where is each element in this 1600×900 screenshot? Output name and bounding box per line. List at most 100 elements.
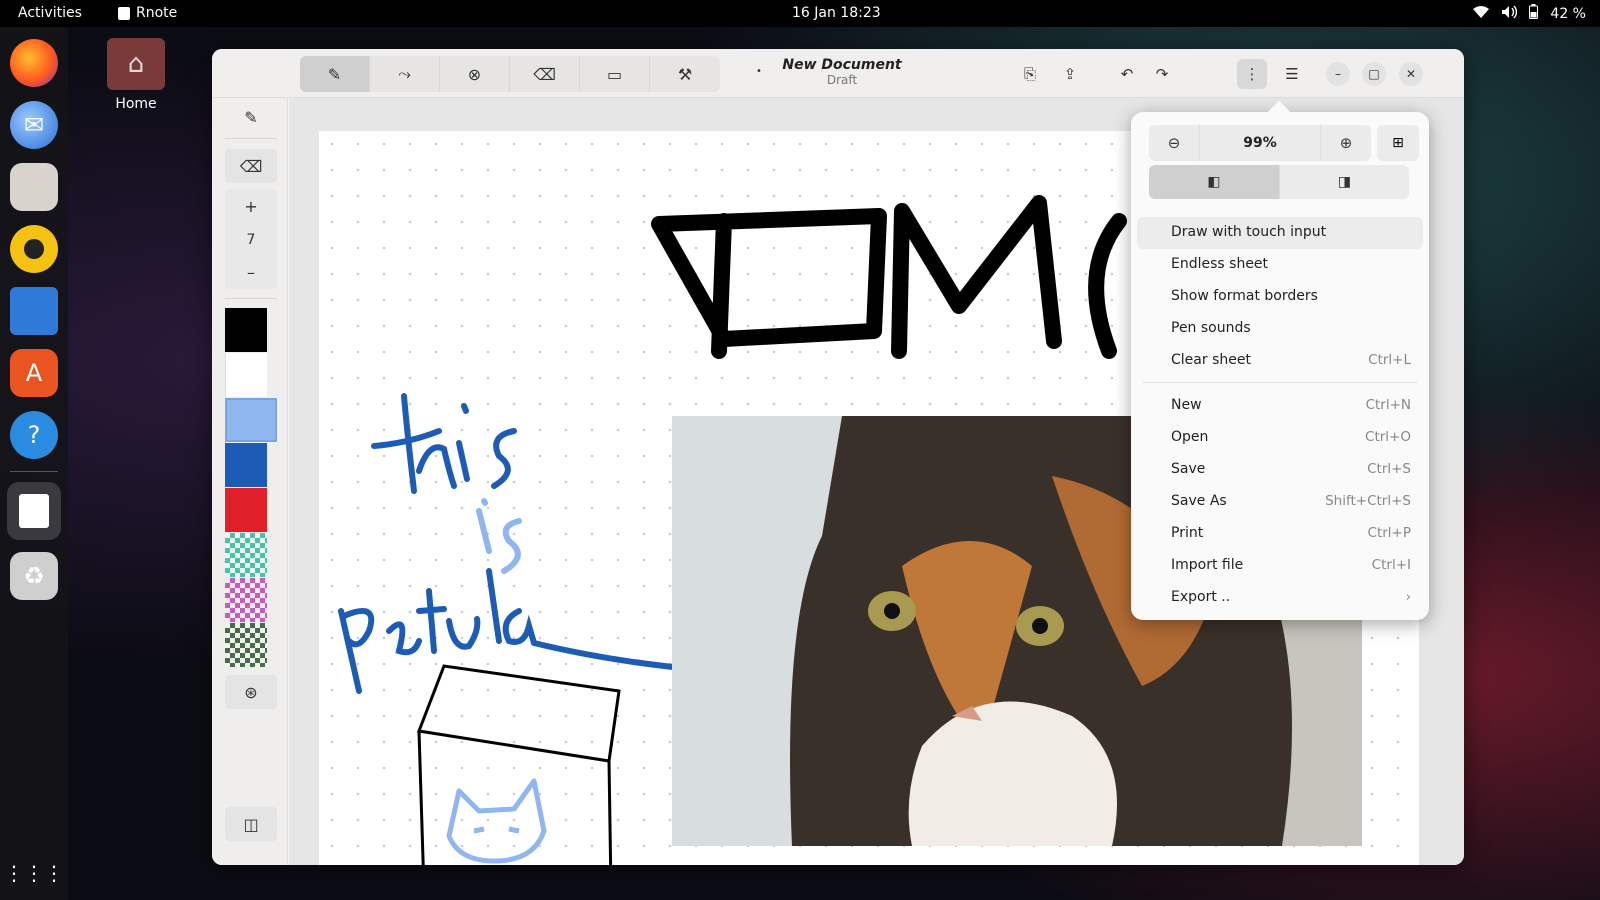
document-title: New Document (782, 57, 902, 73)
sidebar-separator (225, 298, 277, 299)
clear-stroke-button[interactable]: ⌫ (225, 149, 277, 183)
import-button[interactable]: ⎘ (1015, 59, 1045, 89)
minimize-icon: – (1335, 67, 1341, 81)
minus-icon: – (247, 262, 255, 282)
home-label: Home (115, 96, 157, 112)
menu-item-save-as[interactable]: Save As Shift+Ctrl+S (1137, 486, 1423, 518)
home-desktop-icon[interactable]: ⌂ Home (106, 38, 166, 112)
sidebar-separator (225, 138, 277, 139)
black-m-stroke (891, 195, 1062, 359)
color-picker-button[interactable]: ⊛ (225, 675, 277, 709)
pen-style-button[interactable]: ✎ (225, 100, 277, 134)
selector-icon: ▭ (606, 64, 623, 84)
rhythmbox-icon[interactable] (10, 225, 58, 273)
export-icon: ⇪ (1063, 65, 1077, 83)
document-subtitle: Draft (826, 73, 858, 87)
minimize-button[interactable]: – (1326, 62, 1350, 86)
typewriter-tool-button[interactable]: ⊗ (440, 56, 510, 92)
zoom-out-button[interactable]: ⊖ (1149, 125, 1199, 161)
black-c-stroke (1088, 213, 1127, 359)
libreoffice-writer-icon[interactable] (10, 287, 58, 335)
color-swatch-light-blue[interactable] (225, 398, 277, 442)
rnote-dock-icon[interactable] (7, 482, 61, 540)
zoom-controls: ⊖ 99% ⊕ ⊞ (1149, 125, 1419, 161)
close-button[interactable]: ✕ (1399, 62, 1423, 86)
home-folder-icon: ⌂ (107, 38, 165, 90)
main-menu-button[interactable]: ☰ (1277, 59, 1307, 89)
zoom-in-button[interactable]: ⊕ (1321, 125, 1371, 161)
brush-tool-button[interactable]: ✎ (300, 56, 370, 92)
undo-button[interactable]: ↶ (1112, 59, 1142, 89)
battery-icon (1529, 4, 1539, 23)
petula-handwriting (338, 568, 537, 694)
cat-doodle-stroke (446, 778, 547, 864)
menu-item-new[interactable]: New Ctrl+N (1137, 390, 1423, 422)
menu-item-export[interactable]: Export .. › (1137, 582, 1423, 614)
selector-tool-button[interactable]: ▭ (580, 56, 650, 92)
color-swatch-transparent-teal[interactable] (225, 533, 267, 577)
system-status[interactable]: 42 % (1473, 4, 1586, 23)
menu-item-pen-sounds[interactable]: Pen sounds (1137, 313, 1423, 345)
pen-icon: ✎ (244, 107, 258, 127)
sidebar-left-button[interactable]: ◧ (1149, 165, 1279, 199)
fit-page-icon: ⊞ (1392, 135, 1404, 151)
width-increase-button[interactable]: + (225, 189, 277, 223)
unsaved-indicator: • (756, 66, 762, 77)
color-swatch-black[interactable] (225, 308, 267, 352)
battery-percentage: 42 % (1550, 5, 1586, 22)
width-value[interactable]: 7 (225, 223, 277, 257)
zoom-fit-button[interactable]: ⊞ (1377, 125, 1419, 161)
files-icon[interactable] (10, 163, 58, 211)
plus-icon: + (244, 196, 258, 216)
help-icon[interactable]: ? (10, 411, 58, 459)
this-handwriting (371, 393, 517, 494)
app-center-icon[interactable]: A (10, 349, 58, 397)
tool-selector: ✎ ⤳ ⊗ ⌫ ▭ ⚒ (300, 56, 720, 92)
menu-item-print[interactable]: Print Ctrl+P (1137, 518, 1423, 550)
menu-item-save[interactable]: Save Ctrl+S (1137, 454, 1423, 486)
color-swatch-transparent-green[interactable] (225, 623, 267, 667)
zoom-reset-button[interactable]: 99% (1199, 125, 1321, 161)
dock: ✉ A ? ♻ ⋮⋮⋮ (0, 27, 68, 900)
sidebar-right-icon: ◨ (1337, 174, 1352, 190)
trash-icon[interactable]: ♻ (10, 552, 58, 600)
app-menu-popover: ⊖ 99% ⊕ ⊞ ◧ ◨ Draw with touch input Endl… (1131, 112, 1429, 620)
redo-button[interactable]: ↷ (1147, 59, 1177, 89)
top-bar: Activities Rnote 16 Jan 18:23 42 % (0, 0, 1600, 27)
export-button[interactable]: ⇪ (1055, 59, 1085, 89)
menu-item-show-borders[interactable]: Show format borders (1137, 281, 1423, 313)
show-apps-icon[interactable]: ⋮⋮⋮ (4, 849, 64, 897)
color-swatch-blue[interactable] (225, 443, 267, 487)
maximize-button[interactable]: □ (1362, 62, 1386, 86)
eraser-tool-button[interactable]: ⌫ (510, 56, 580, 92)
width-decrease-button[interactable]: – (225, 255, 277, 289)
color-swatch-white[interactable] (225, 353, 267, 397)
app-menu[interactable]: Rnote (118, 5, 177, 21)
app-name: Rnote (136, 5, 178, 21)
sidebar-position-toggle: ◧ ◨ (1149, 165, 1409, 199)
menu-item-draw-touch[interactable]: Draw with touch input (1137, 217, 1423, 249)
sidebar-toggle-button[interactable]: ◫ (225, 807, 277, 841)
menu-item-clear-sheet[interactable]: Clear sheet Ctrl+L (1137, 345, 1423, 377)
sidebar-icon: ◫ (243, 814, 259, 834)
pen-sidebar: ✎ ⌫ + 7 – ⊛ ◫ (212, 98, 288, 865)
color-swatch-transparent-pink[interactable] (225, 578, 267, 622)
shaper-tool-button[interactable]: ⤳ (370, 56, 440, 92)
clock[interactable]: 16 Jan 18:23 (792, 5, 881, 21)
sidebar-right-button[interactable]: ◨ (1279, 165, 1409, 199)
wifi-icon (1473, 5, 1490, 23)
submenu-chevron-icon: › (1405, 589, 1411, 605)
activities-button[interactable]: Activities (18, 5, 82, 21)
color-swatch-red[interactable] (225, 488, 267, 532)
dock-separator (10, 471, 58, 472)
menu-item-open[interactable]: Open Ctrl+O (1137, 422, 1423, 454)
menu-item-endless-sheet[interactable]: Endless sheet (1137, 249, 1423, 281)
tools-tool-button[interactable]: ⚒ (650, 56, 720, 92)
app-menu-button[interactable]: ⋮ (1237, 59, 1267, 89)
vertical-dots-icon: ⋮ (1244, 65, 1260, 83)
typewriter-icon: ⊗ (467, 64, 482, 84)
sidebar-left-icon: ◧ (1207, 174, 1221, 190)
menu-item-import-file[interactable]: Import file Ctrl+I (1137, 550, 1423, 582)
firefox-icon[interactable] (10, 39, 58, 87)
thunderbird-icon[interactable]: ✉ (10, 101, 58, 149)
